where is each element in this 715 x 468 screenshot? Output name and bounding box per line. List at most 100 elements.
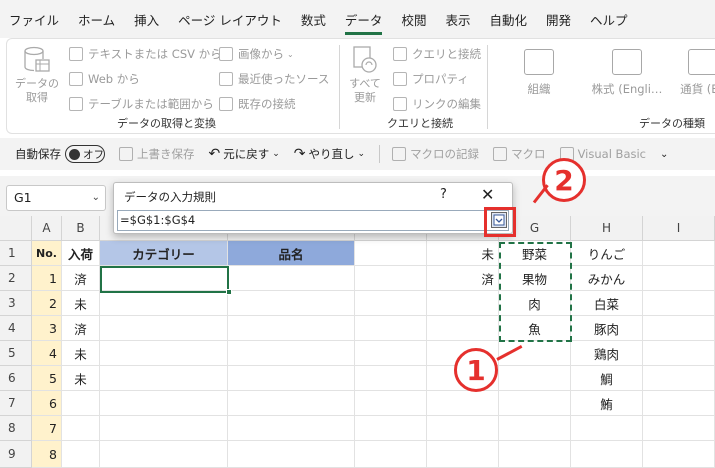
- cell-c7[interactable]: [100, 391, 228, 416]
- cell-e2[interactable]: [355, 266, 427, 291]
- cell-g8[interactable]: [499, 416, 571, 441]
- get-data-button[interactable]: データの 取得: [15, 45, 59, 105]
- from-image-button[interactable]: 画像から ⌄: [219, 45, 294, 63]
- menu-insert[interactable]: 挿入: [134, 10, 159, 29]
- cell-a6[interactable]: 5: [32, 366, 62, 391]
- cell-e5[interactable]: [355, 341, 427, 366]
- close-icon[interactable]: ✕: [481, 185, 494, 204]
- row-header[interactable]: 4: [0, 316, 32, 341]
- cell-b3[interactable]: 未: [62, 291, 100, 316]
- cell-e3[interactable]: [355, 291, 427, 316]
- cell-d1[interactable]: 品名: [228, 241, 355, 266]
- help-icon[interactable]: ?: [440, 187, 447, 202]
- cell-g7[interactable]: [499, 391, 571, 416]
- cell-c5[interactable]: [100, 341, 228, 366]
- cell-b5[interactable]: 未: [62, 341, 100, 366]
- cell-d7[interactable]: [228, 391, 355, 416]
- cell-i9[interactable]: [643, 441, 715, 468]
- cell-a9[interactable]: 8: [32, 441, 62, 468]
- cell-h9[interactable]: [571, 441, 643, 468]
- cell-a5[interactable]: 4: [32, 341, 62, 366]
- cell-e9[interactable]: [355, 441, 427, 468]
- from-table-button[interactable]: テーブルまたは範囲から: [69, 95, 214, 113]
- cell-c8[interactable]: [100, 416, 228, 441]
- cell-f4[interactable]: [427, 316, 499, 341]
- name-box[interactable]: G1 ⌄: [6, 185, 106, 211]
- save-button[interactable]: 上書き保存: [119, 146, 195, 162]
- refresh-all-button[interactable]: すべて 更新: [345, 45, 385, 105]
- cell-h3[interactable]: 白菜: [571, 291, 643, 316]
- toggle-switch[interactable]: オフ: [65, 145, 105, 163]
- macro-button[interactable]: マクロ: [493, 146, 546, 162]
- cell-b1[interactable]: 入荷: [62, 241, 100, 266]
- existing-connections-button[interactable]: 既存の接続: [219, 95, 296, 113]
- menu-developer[interactable]: 開発: [546, 10, 571, 29]
- currency-type-button[interactable]: 通貨 (En: [673, 49, 715, 97]
- cell-f9[interactable]: [427, 441, 499, 468]
- cell-a8[interactable]: 7: [32, 416, 62, 441]
- cell-e1[interactable]: [355, 241, 427, 266]
- cell-h2[interactable]: みかん: [571, 266, 643, 291]
- cell-a1[interactable]: No.: [32, 241, 62, 266]
- from-web-button[interactable]: Web から: [69, 70, 140, 88]
- cell-d5[interactable]: [228, 341, 355, 366]
- cell-f7[interactable]: [427, 391, 499, 416]
- cell-b2[interactable]: 済: [62, 266, 100, 291]
- menu-home[interactable]: ホーム: [78, 10, 115, 29]
- source-range-input[interactable]: =$G$1:$G$4: [117, 210, 509, 231]
- cell-d9[interactable]: [228, 441, 355, 468]
- cell-g9[interactable]: [499, 441, 571, 468]
- edit-links-button[interactable]: リンクの編集: [393, 95, 481, 113]
- cell-i7[interactable]: [643, 391, 715, 416]
- fill-handle[interactable]: [226, 289, 232, 295]
- column-header[interactable]: B: [62, 216, 100, 241]
- column-header[interactable]: A: [32, 216, 62, 241]
- cell-f3[interactable]: [427, 291, 499, 316]
- menu-data[interactable]: データ: [344, 10, 382, 35]
- cell-f1[interactable]: 未: [427, 241, 499, 266]
- cell-b9[interactable]: [62, 441, 100, 468]
- cell-h5[interactable]: 鶏肉: [571, 341, 643, 366]
- from-text-csv-button[interactable]: テキストまたは CSV から: [69, 45, 222, 63]
- cell-d4[interactable]: [228, 316, 355, 341]
- menu-view[interactable]: 表示: [445, 10, 470, 29]
- cell-h1[interactable]: りんご: [571, 241, 643, 266]
- cell-e7[interactable]: [355, 391, 427, 416]
- undo-button[interactable]: ↶ 元に戻す ⌄: [209, 146, 280, 162]
- cell-g6[interactable]: [499, 366, 571, 391]
- menu-formulas[interactable]: 数式: [301, 10, 326, 29]
- properties-button[interactable]: プロパティ: [393, 70, 469, 88]
- cell-b7[interactable]: [62, 391, 100, 416]
- cell-a2[interactable]: 1: [32, 266, 62, 291]
- stocks-type-button[interactable]: 株式 (Engli…: [587, 49, 667, 97]
- row-header[interactable]: 7: [0, 391, 32, 416]
- cell-e8[interactable]: [355, 416, 427, 441]
- cell-d3[interactable]: [228, 291, 355, 316]
- cell-d8[interactable]: [228, 416, 355, 441]
- cell-a3[interactable]: 2: [32, 291, 62, 316]
- menu-review[interactable]: 校閲: [401, 10, 426, 29]
- cell-i3[interactable]: [643, 291, 715, 316]
- cell-c3[interactable]: [100, 291, 228, 316]
- autosave-toggle[interactable]: 自動保存 オフ: [15, 145, 105, 163]
- redo-button[interactable]: ↷ やり直し ⌄: [294, 146, 365, 162]
- cell-h7[interactable]: 鮪: [571, 391, 643, 416]
- cell-e6[interactable]: [355, 366, 427, 391]
- chevron-down-icon[interactable]: ⌄: [92, 186, 100, 210]
- cell-f2[interactable]: 済: [427, 266, 499, 291]
- cell-f8[interactable]: [427, 416, 499, 441]
- row-header[interactable]: 3: [0, 291, 32, 316]
- row-header[interactable]: 1: [0, 241, 32, 266]
- column-header[interactable]: H: [571, 216, 643, 241]
- cell-d6[interactable]: [228, 366, 355, 391]
- cell-c4[interactable]: [100, 316, 228, 341]
- menu-automate[interactable]: 自動化: [489, 10, 527, 29]
- queries-connections-button[interactable]: クエリと接続: [393, 45, 481, 63]
- cell-i8[interactable]: [643, 416, 715, 441]
- cell-i4[interactable]: [643, 316, 715, 341]
- column-header[interactable]: I: [643, 216, 715, 241]
- org-type-button[interactable]: 組織: [509, 49, 569, 97]
- cell-a7[interactable]: 6: [32, 391, 62, 416]
- menu-help[interactable]: ヘルプ: [590, 10, 628, 29]
- cell-i5[interactable]: [643, 341, 715, 366]
